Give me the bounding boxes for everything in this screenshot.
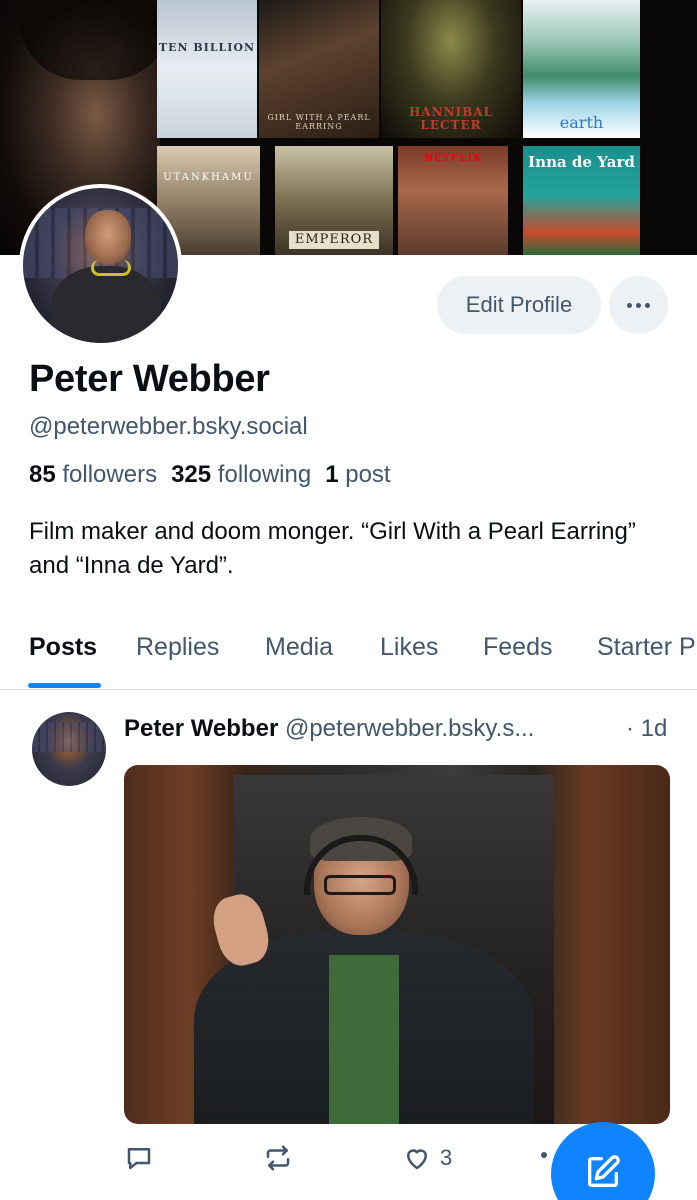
profile-tabs: Posts Replies Media Likes Feeds Starter … <box>0 620 697 690</box>
poster-title: earth <box>559 113 604 133</box>
profile-more-button[interactable] <box>609 276 668 334</box>
poster-inna-de-yard: Inna de Yard <box>523 146 640 255</box>
post-header: Peter Webber @peterwebber.bsky.s... <box>124 715 669 743</box>
ellipsis-icon-dot <box>636 302 641 308</box>
profile-stats: 85 followers 325 following 1 post <box>29 461 391 489</box>
like-button[interactable]: 3 <box>402 1143 452 1173</box>
poster-title: Hannibal Lecter <box>408 104 494 132</box>
poster-ten-billion: Ten Billion <box>157 0 257 138</box>
like-count: 3 <box>440 1145 453 1170</box>
profile-avatar[interactable] <box>19 184 182 347</box>
avatar-headphones <box>91 260 131 276</box>
tab-media[interactable]: Media <box>265 633 333 662</box>
tab-posts[interactable]: Posts <box>29 633 97 662</box>
tab-starter-packs[interactable]: Starter P <box>597 633 696 662</box>
repost-button[interactable] <box>263 1143 293 1173</box>
poster-netflix: Netflix <box>398 146 508 255</box>
compose-button[interactable] <box>551 1122 655 1200</box>
reply-icon <box>127 1148 151 1170</box>
image-glasses <box>324 875 396 895</box>
posts-stat: 1 post <box>325 461 390 488</box>
post-image[interactable] <box>124 765 670 1124</box>
poster-hannibal-lecter: Hannibal Lecter <box>381 0 521 138</box>
following-count: 325 <box>171 461 212 488</box>
poster-title: Utankhamu <box>163 172 254 183</box>
reply-button[interactable] <box>124 1143 154 1173</box>
tab-replies[interactable]: Replies <box>136 633 219 662</box>
profile-handle: @peterwebber.bsky.social <box>29 413 308 440</box>
active-tab-indicator <box>28 683 101 688</box>
poster-earth: earth <box>523 0 640 138</box>
post-author-avatar[interactable] <box>32 712 106 786</box>
poster-emperor: Emperor <box>275 146 393 255</box>
posts-count: 1 <box>325 461 339 488</box>
followers-link[interactable]: 85 followers <box>29 461 157 488</box>
profile-bio: Film maker and doom monger. “Girl With a… <box>29 518 636 579</box>
poster-title: Ten Billion <box>158 41 256 54</box>
edit-profile-button[interactable]: Edit Profile <box>437 276 601 334</box>
tab-likes[interactable]: Likes <box>380 633 438 662</box>
post-author-name[interactable]: Peter Webber <box>124 715 278 742</box>
repost-icon <box>266 1145 290 1171</box>
image-fleece <box>329 955 399 1124</box>
poster-title: Emperor <box>288 230 380 249</box>
following-label: following <box>217 461 312 488</box>
following-link[interactable]: 325 following <box>171 461 311 488</box>
heart-icon <box>407 1149 427 1170</box>
posts-label: post <box>345 461 391 488</box>
followers-count: 85 <box>29 461 56 488</box>
followers-label: followers <box>62 461 158 488</box>
profile-page: Ten Billion Girl with a Pearl Earring Ha… <box>0 0 697 1200</box>
post-more-icon[interactable] <box>541 1152 547 1158</box>
poster-title: Netflix <box>423 151 483 164</box>
poster-title: Girl with a Pearl Earring <box>267 113 371 132</box>
post-author-handle[interactable]: @peterwebber.bsky.s... <box>285 715 534 742</box>
avatar-body <box>51 266 161 343</box>
ellipsis-icon-dot <box>645 302 650 308</box>
compose-icon <box>588 1155 620 1187</box>
poster-girl-with-pearl-earring: Girl with a Pearl Earring <box>259 0 379 138</box>
display-name: Peter Webber <box>29 358 270 400</box>
ellipsis-icon <box>627 302 632 308</box>
avatar-head <box>85 210 131 264</box>
post-avatar-seats <box>32 722 106 752</box>
poster-title: Inna de Yard <box>528 153 635 171</box>
post-timestamp[interactable]: · 1d <box>626 715 667 743</box>
tab-feeds[interactable]: Feeds <box>483 633 552 662</box>
